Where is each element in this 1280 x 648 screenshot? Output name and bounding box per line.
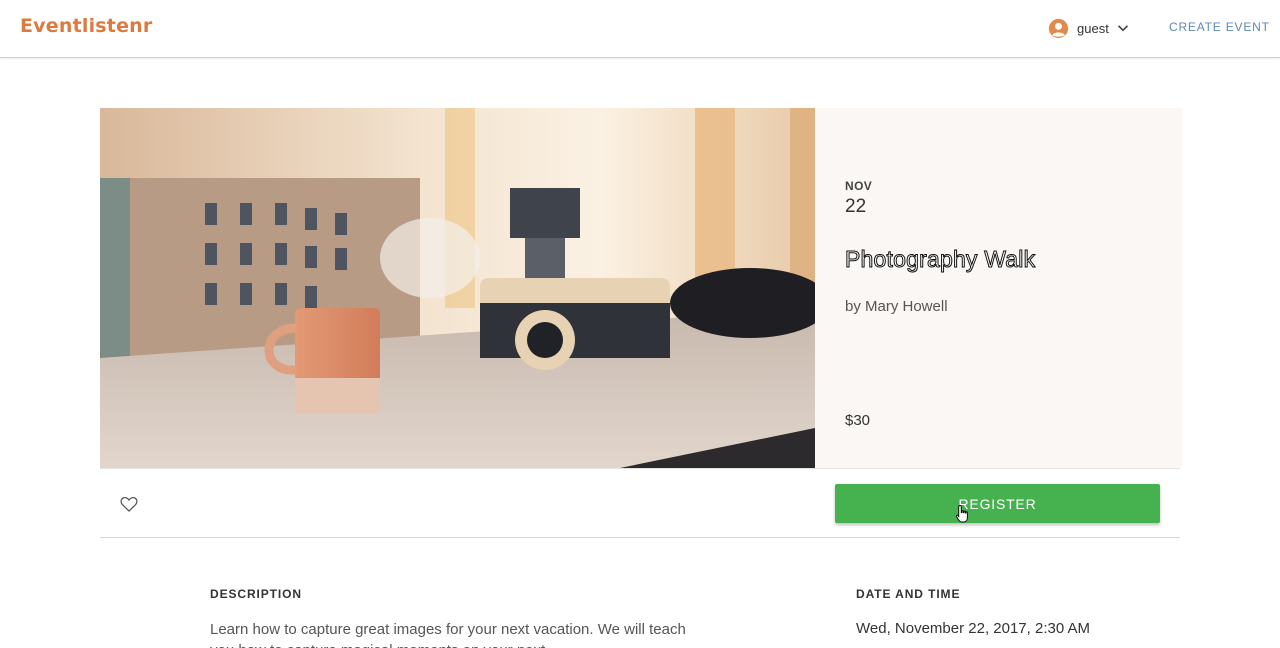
- event-host: by Mary Howell: [845, 298, 948, 315]
- register-button[interactable]: REGISTER: [835, 484, 1160, 523]
- event-day: 22: [845, 196, 867, 217]
- brand-logo[interactable]: Eventlistenr: [20, 15, 152, 37]
- like-button[interactable]: [119, 493, 141, 515]
- user-menu[interactable]: guest: [1048, 17, 1129, 39]
- event-cover-image: [100, 108, 815, 468]
- chevron-down-icon: [1117, 25, 1128, 32]
- event-summary-panel: NOV 22 Photography Walk by Mary Howell $…: [815, 108, 1182, 468]
- user-name: guest: [1077, 20, 1109, 36]
- event-action-row: REGISTER: [100, 468, 1180, 538]
- event-month: NOV: [845, 179, 873, 193]
- coffee-cup-and-camera-photo: [100, 108, 815, 468]
- heart-icon: [120, 496, 138, 512]
- event-date-time: Wed, November 22, 2017, 2:30 AM: [856, 620, 1091, 637]
- create-event-link[interactable]: CREATE EVENT: [1169, 20, 1270, 34]
- date-time-heading: DATE AND TIME: [856, 587, 961, 601]
- top-navigation-bar: Eventlistenr guest CREATE EVENT: [0, 0, 1280, 58]
- event-title: Photography Walk: [844, 246, 1036, 273]
- user-avatar-icon: [1048, 18, 1069, 38]
- description-heading: DESCRIPTION: [210, 587, 302, 601]
- event-price: $30: [845, 412, 871, 429]
- event-description: Learn how to capture great images for yo…: [210, 621, 686, 648]
- pointer-hand-cursor-icon: [955, 504, 968, 523]
